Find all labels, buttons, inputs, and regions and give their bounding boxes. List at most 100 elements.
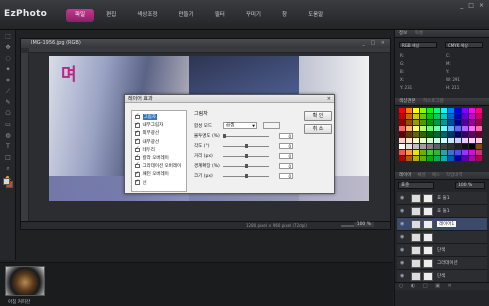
eye-icon[interactable]: ◉ <box>400 221 404 227</box>
color-swatch[interactable] <box>469 126 475 131</box>
color-swatch[interactable] <box>441 144 447 149</box>
slider-knob[interactable] <box>244 164 248 168</box>
color-swatch[interactable] <box>399 144 405 149</box>
param-value-field[interactable]: 0 <box>279 173 293 179</box>
color-swatch[interactable] <box>476 144 482 149</box>
color-swatch[interactable] <box>427 120 433 125</box>
color-swatch[interactable] <box>441 108 447 113</box>
tab-layers-3[interactable]: 작업내역 <box>446 173 463 178</box>
eye-icon[interactable]: ◉ <box>400 195 404 201</box>
tab-swatches[interactable]: 색상견본 <box>399 99 416 104</box>
param-value-field[interactable]: 0 <box>279 153 293 159</box>
color-swatch[interactable] <box>434 138 440 143</box>
stamp-icon[interactable]: ⎔ <box>3 110 13 118</box>
effect-item[interactable]: 그라데이션 오버레이 <box>135 162 183 170</box>
color-swatch[interactable] <box>420 138 426 143</box>
close-icon[interactable]: × <box>327 95 331 103</box>
color-swatch[interactable] <box>455 114 461 119</box>
color-swatch[interactable] <box>406 114 412 119</box>
slider-knob[interactable] <box>244 174 248 178</box>
color-swatch[interactable] <box>462 138 468 143</box>
color-swatch[interactable] <box>462 144 468 149</box>
color-swatch[interactable] <box>413 120 419 125</box>
param-slider[interactable] <box>223 174 269 178</box>
eraser-icon[interactable]: ▭ <box>3 121 13 129</box>
shadow-color-swatch[interactable] <box>263 122 280 129</box>
effect-item[interactable]: 칼라 오버레이 <box>135 154 183 162</box>
color-swatch[interactable] <box>427 108 433 113</box>
minimize-icon[interactable]: _ <box>460 2 463 9</box>
color-swatch[interactable] <box>455 120 461 125</box>
color-swatch[interactable] <box>406 120 412 125</box>
color-swatch[interactable] <box>455 126 461 131</box>
select-icon[interactable]: ⬚ <box>3 33 13 41</box>
color-swatch[interactable] <box>476 138 482 143</box>
color-swatch[interactable] <box>399 132 405 137</box>
rgb-mode-select[interactable]: RGB 색상 <box>399 42 437 48</box>
document-window-controls[interactable]: _ □ × <box>362 39 387 48</box>
ok-button[interactable]: 확 인 <box>304 111 332 121</box>
color-swatch[interactable] <box>406 150 412 155</box>
tab-info[interactable]: 정보 <box>399 31 407 36</box>
effect-checkbox[interactable] <box>135 122 140 128</box>
layer-row[interactable]: ◉ 단색 <box>397 244 487 257</box>
param-value-field[interactable]: 0 <box>279 133 293 139</box>
effect-item[interactable]: 그림자 <box>135 113 183 121</box>
color-swatch[interactable] <box>427 138 433 143</box>
color-swatch[interactable] <box>427 126 433 131</box>
color-swatch[interactable] <box>399 114 405 119</box>
color-swatch[interactable] <box>441 150 447 155</box>
color-swatch[interactable] <box>455 132 461 137</box>
color-swatch[interactable] <box>399 108 405 113</box>
color-swatch[interactable] <box>441 132 447 137</box>
color-swatch[interactable] <box>462 150 468 155</box>
eye-icon[interactable]: ◉ <box>400 247 404 253</box>
layer-row[interactable]: ◉ <box>397 231 487 244</box>
color-swatch[interactable] <box>462 114 468 119</box>
dialog-title-bar[interactable]: 레이어 효과 × <box>125 95 334 103</box>
color-swatch[interactable] <box>469 132 475 137</box>
color-swatch[interactable] <box>476 126 482 131</box>
color-swatch[interactable] <box>434 150 440 155</box>
menu-item[interactable]: 꾸미기 <box>237 9 270 22</box>
layer-row[interactable]: ◉ 효 둘1 <box>397 192 487 205</box>
slider-knob[interactable] <box>244 144 248 148</box>
effect-item[interactable]: 외부광선 <box>135 129 183 137</box>
color-swatch[interactable] <box>434 132 440 137</box>
color-swatch[interactable] <box>476 114 482 119</box>
color-swatch[interactable] <box>413 132 419 137</box>
eye-icon[interactable]: ◉ <box>400 208 404 214</box>
tab-pixel[interactable]: 픽셀 <box>415 31 423 36</box>
color-swatch[interactable] <box>406 144 412 149</box>
color-swatch[interactable] <box>413 150 419 155</box>
color-swatch[interactable] <box>469 150 475 155</box>
eye-icon[interactable]: ◉ <box>400 273 404 279</box>
color-swatch[interactable] <box>420 150 426 155</box>
effect-item[interactable]: 선 <box>135 179 183 187</box>
color-swatch[interactable] <box>476 132 482 137</box>
color-swatch[interactable] <box>427 144 433 149</box>
color-swatch[interactable] <box>420 126 426 131</box>
effect-item[interactable]: 패턴 오버레이 <box>135 170 183 178</box>
color-swatch[interactable] <box>462 126 468 131</box>
effect-checkbox[interactable] <box>135 163 140 169</box>
color-swatch[interactable] <box>448 120 454 125</box>
color-swatch[interactable] <box>427 114 433 119</box>
eye-icon[interactable]: ◉ <box>400 234 404 240</box>
color-swatch[interactable] <box>420 108 426 113</box>
color-swatch[interactable] <box>434 156 440 161</box>
color-swatch[interactable] <box>462 108 468 113</box>
menu-item[interactable]: 창 <box>273 9 296 22</box>
color-swatch[interactable] <box>455 144 461 149</box>
color-swatch[interactable] <box>399 150 405 155</box>
color-swatch[interactable] <box>441 114 447 119</box>
cancel-button[interactable]: 취 소 <box>304 124 332 134</box>
color-swatch[interactable] <box>476 108 482 113</box>
color-swatch[interactable] <box>406 126 412 131</box>
color-swatch[interactable] <box>441 138 447 143</box>
color-swatch[interactable] <box>434 120 440 125</box>
color-swatch[interactable] <box>413 156 419 161</box>
color-swatch[interactable] <box>448 150 454 155</box>
color-swatch[interactable] <box>427 150 433 155</box>
close-icon[interactable]: × <box>479 2 484 9</box>
